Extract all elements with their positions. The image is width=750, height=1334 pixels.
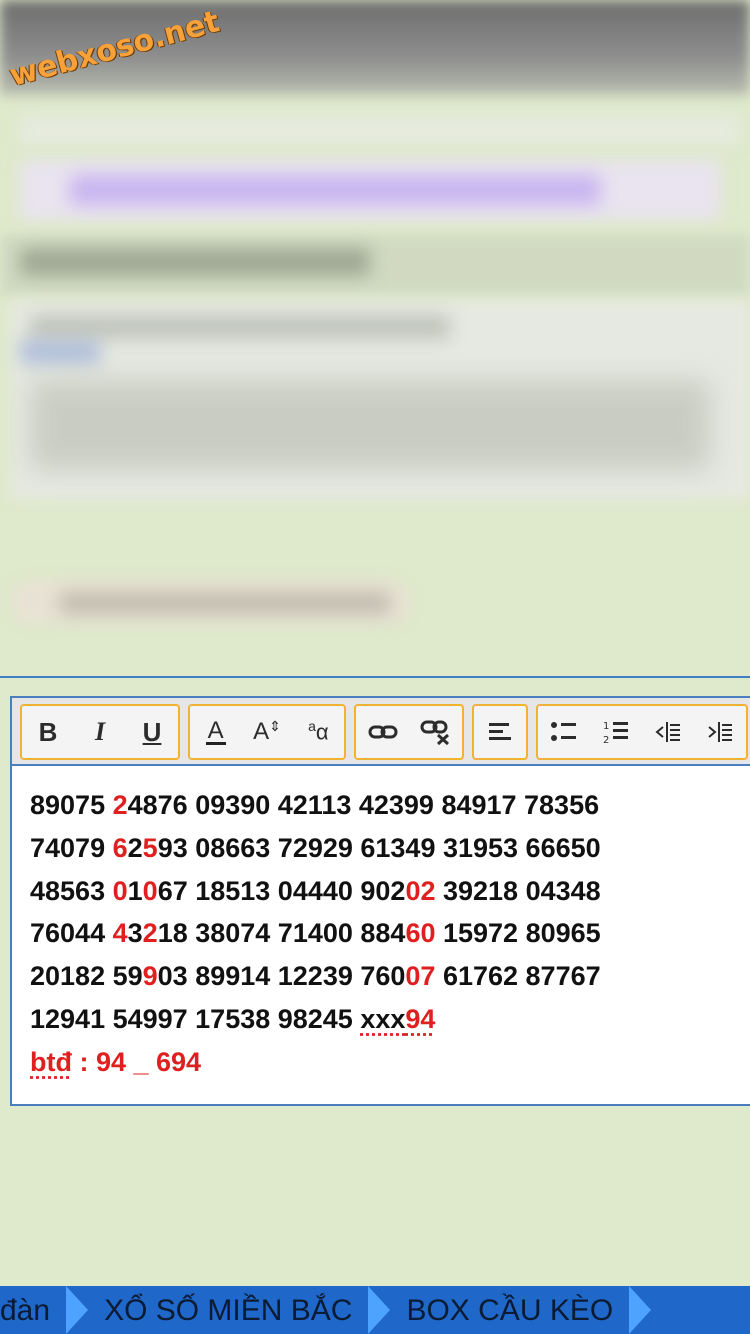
blurred-bar — [20, 115, 740, 145]
highlighted-digits: 6 — [112, 832, 128, 863]
editor-toolbar: B I U A A⇕ aα 1 2 — [12, 698, 750, 766]
blurred-post-line — [30, 315, 450, 339]
text-segment: 48563 — [30, 875, 113, 906]
change-case-icon: aα — [308, 718, 329, 745]
blurred-banner-text — [70, 175, 600, 205]
font-size-icon: A⇕ — [253, 718, 281, 746]
text-segment: 12941 54997 17538 98245 — [30, 1003, 361, 1034]
chevron-right-icon — [629, 1286, 652, 1334]
text-segment: 03 89914 12239 760 — [157, 961, 406, 992]
highlighted-digits: 5 — [142, 832, 158, 863]
remove-link-button[interactable] — [409, 706, 462, 758]
unlink-icon — [420, 720, 449, 745]
content-line: 20182 59903 89914 12239 76007 61762 8776… — [30, 955, 743, 998]
list-group: 1 2 — [536, 704, 748, 760]
nav-item-dan[interactable]: đàn — [0, 1286, 66, 1334]
content-line: btđ : 94 _ 694 — [30, 1041, 743, 1084]
highlighted-digits: 4 — [112, 918, 128, 949]
indent-button[interactable] — [694, 706, 746, 758]
blurred-pill-text — [60, 592, 390, 614]
font-color-icon: A — [205, 716, 226, 745]
numbered-list-button[interactable]: 1 2 — [590, 706, 642, 758]
case-letter-small: a — [308, 718, 316, 735]
text-segment: 89075 — [30, 790, 113, 820]
link-group — [354, 704, 464, 760]
highlighted-digits: 0 — [112, 875, 128, 906]
svg-text:1: 1 — [603, 721, 609, 732]
font-size-letter: A — [253, 718, 270, 745]
text-segment: 15972 80965 — [435, 918, 601, 949]
blurred-page-background — [0, 0, 750, 680]
content-line: 48563 01067 18513 04440 90202 39218 0434… — [30, 870, 743, 913]
bold-button[interactable]: B — [22, 706, 74, 758]
highlighted-digits: 9 — [142, 961, 158, 992]
text-segment: 2 — [127, 832, 143, 863]
nav-item-box-cau-keo[interactable]: BOX CẦU KÈO — [390, 1286, 629, 1334]
text-segment: 76044 — [30, 918, 113, 949]
highlighted-digits: 2 — [142, 918, 158, 949]
insert-link-button[interactable] — [356, 706, 409, 758]
text-segment: 3 — [127, 918, 143, 949]
rich-text-editor: B I U A A⇕ aα 1 2 89075 24876 09390 4211… — [10, 696, 750, 1106]
highlighted-digits: btđ — [30, 1046, 72, 1077]
content-line: 74079 62593 08663 72929 61349 31953 6665… — [30, 827, 743, 870]
text-segment: 20182 59 — [30, 961, 143, 992]
svg-text:2: 2 — [603, 735, 609, 745]
highlighted-digits: 60 — [405, 918, 436, 949]
align-left-icon — [489, 723, 511, 740]
blurred-post-body — [30, 380, 710, 470]
text-segment: 1 — [127, 875, 143, 906]
text-segment: 74079 — [30, 832, 113, 863]
content-line: 76044 43218 38074 71400 88460 15972 8096… — [30, 912, 743, 955]
bullet-list-button[interactable] — [538, 706, 590, 758]
content-line: 12941 54997 17538 98245 xxx94 — [30, 998, 743, 1041]
font-color-button[interactable]: A — [190, 706, 241, 758]
format-group: B I U — [20, 704, 180, 760]
chevron-right-icon — [368, 1286, 391, 1334]
numbered-list-icon: 1 2 — [603, 721, 628, 745]
section-divider — [0, 676, 750, 678]
highlighted-digits: 2 — [112, 790, 128, 820]
font-group: A A⇕ aα — [188, 704, 346, 760]
highlighted-digits: 02 — [405, 875, 436, 906]
highlighted-digits: : 94 _ 694 — [71, 1046, 202, 1077]
content-line: 89075 24876 09390 42113 42399 84917 7835… — [30, 784, 743, 827]
text-segment: 39218 04348 — [435, 875, 601, 906]
highlighted-digits: 94 — [405, 1003, 436, 1034]
align-left-button[interactable] — [474, 706, 526, 758]
text-segment: xxx — [360, 1003, 406, 1034]
highlighted-digits: 0 — [142, 875, 158, 906]
bullet-list-icon — [551, 722, 576, 741]
font-size-button[interactable]: A⇕ — [241, 706, 292, 758]
link-icon — [368, 725, 397, 739]
outdent-button[interactable] — [642, 706, 694, 758]
bottom-nav-bar: đàn XỔ SỐ MIỀN BẮC BOX CẦU KÈO — [0, 1286, 750, 1334]
outdent-icon — [655, 722, 680, 742]
change-case-button[interactable]: aα — [293, 706, 344, 758]
indent-icon — [708, 722, 732, 742]
font-size-arrows: ⇕ — [269, 718, 281, 734]
highlighted-digits: 07 — [405, 961, 436, 992]
nav-item-xo-so-mien-bac[interactable]: XỔ SỐ MIỀN BẮC — [88, 1286, 368, 1334]
align-group — [472, 704, 528, 760]
text-segment: 61762 87767 — [435, 961, 601, 992]
blurred-strip-text — [20, 248, 370, 276]
text-segment: 93 08663 72929 61349 31953 66650 — [157, 832, 601, 863]
blurred-post-link — [20, 340, 100, 364]
italic-button[interactable]: I — [74, 706, 126, 758]
chevron-right-icon — [66, 1286, 89, 1334]
text-segment: 4876 09390 42113 42399 84917 78356 — [127, 790, 600, 820]
text-segment: 18 38074 71400 884 — [157, 918, 406, 949]
editor-content[interactable]: 89075 24876 09390 42113 42399 84917 7835… — [30, 784, 743, 1084]
underline-button[interactable]: U — [126, 706, 178, 758]
text-segment: 67 18513 04440 902 — [157, 875, 406, 906]
